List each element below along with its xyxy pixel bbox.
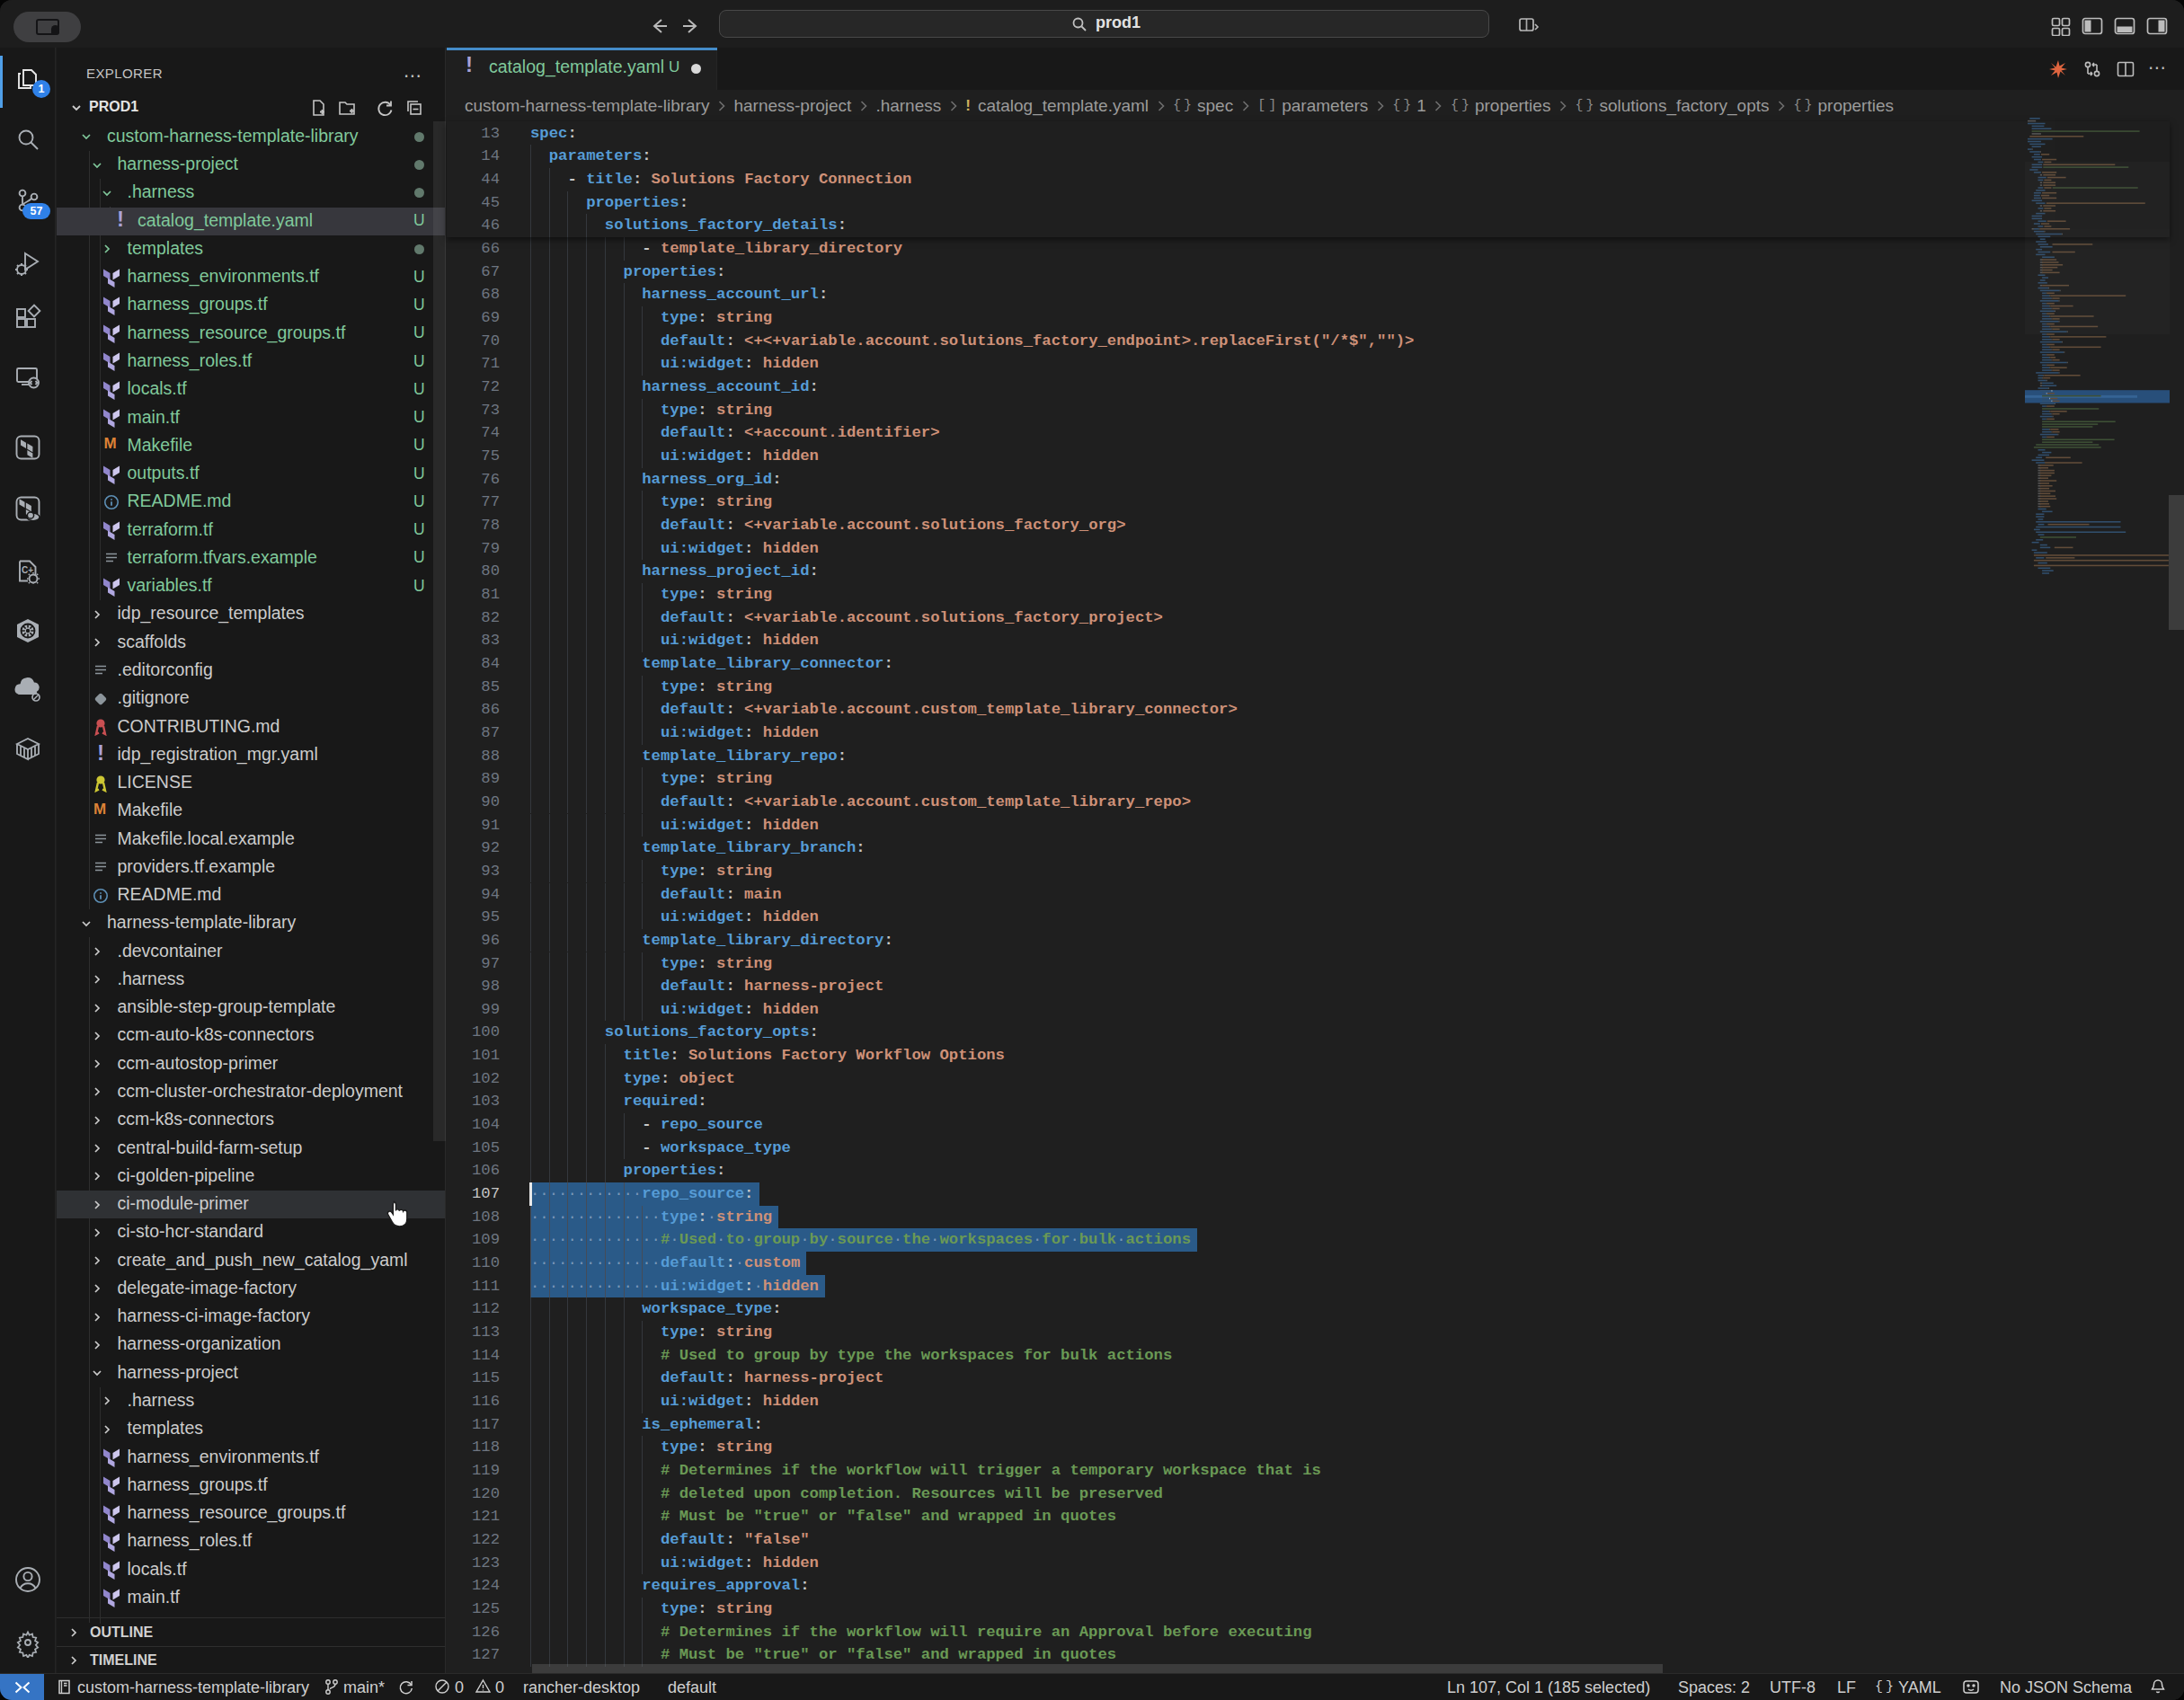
- svg-text:C+: C+: [22, 565, 33, 575]
